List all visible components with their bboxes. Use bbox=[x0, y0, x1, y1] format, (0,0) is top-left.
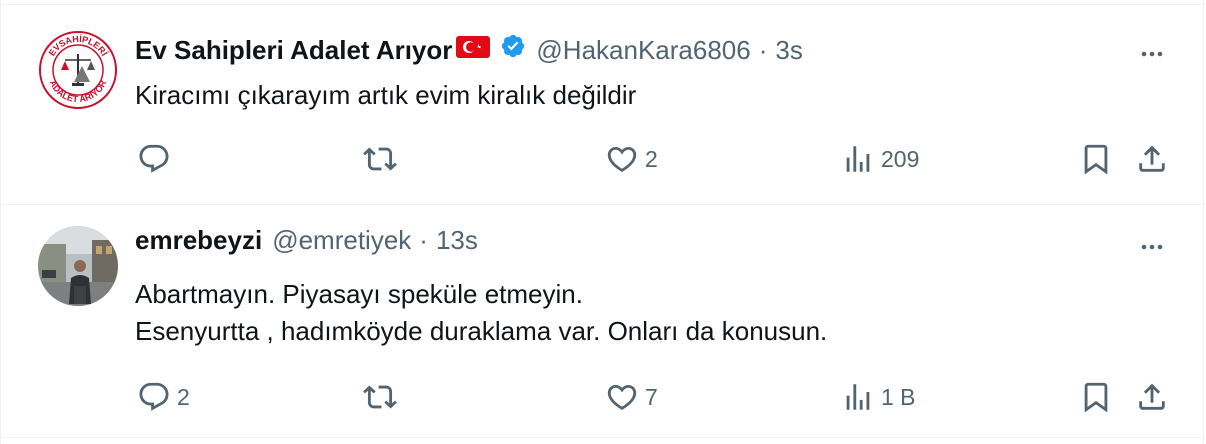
avatar[interactable]: EVSAHİPLERİ ADALET ARIYOR bbox=[38, 30, 118, 110]
like-button[interactable]: 7 bbox=[605, 377, 658, 417]
share-icon bbox=[1139, 145, 1165, 172]
author-name[interactable]: Ev Sahipleri Adalet Arıyor bbox=[135, 34, 452, 66]
retweet-icon bbox=[363, 385, 397, 409]
tweet-header: Ev Sahipleri Adalet Arıyor @HakanKara680… bbox=[135, 33, 803, 66]
like-count: 2 bbox=[645, 145, 658, 172]
reply-icon bbox=[139, 144, 169, 173]
feed-border-right bbox=[1203, 0, 1204, 444]
share-icon bbox=[1139, 383, 1165, 410]
more-options-button[interactable] bbox=[1135, 230, 1169, 264]
separator: · bbox=[419, 225, 428, 255]
views-button[interactable]: 209 bbox=[841, 139, 919, 179]
bookmark-icon bbox=[1084, 144, 1108, 175]
tweet-actions: 2 209 bbox=[135, 139, 1175, 179]
tweet-time[interactable]: 3s bbox=[775, 34, 802, 66]
share-button[interactable] bbox=[1135, 377, 1169, 417]
reply-button[interactable]: 2 bbox=[137, 377, 190, 417]
more-dots-icon bbox=[1141, 51, 1163, 57]
tweet[interactable]: EVSAHİPLERİ ADALET ARIYOR Ev Sahipleri A… bbox=[1, 4, 1203, 205]
retweet-icon bbox=[363, 147, 397, 171]
view-count: 209 bbox=[881, 145, 920, 172]
views-button[interactable]: 1 B bbox=[841, 377, 916, 417]
tweet-header: emrebeyzi @emretiyek · 13s bbox=[135, 224, 478, 256]
heart-icon bbox=[607, 384, 637, 410]
profile-photo bbox=[38, 226, 118, 306]
avatar-logo: EVSAHİPLERİ ADALET ARIYOR bbox=[38, 30, 118, 110]
views-chart-icon bbox=[846, 384, 870, 410]
more-options-button[interactable] bbox=[1135, 37, 1169, 71]
heart-icon bbox=[607, 146, 637, 172]
tweet-text-line: Esenyurtta , hadımköyde duraklama var. O… bbox=[135, 316, 828, 346]
author-handle[interactable]: @HakanKara6806 bbox=[536, 34, 750, 66]
share-button[interactable] bbox=[1135, 139, 1169, 179]
bookmark-icon bbox=[1084, 382, 1108, 413]
turkey-flag-icon bbox=[456, 34, 491, 66]
author-handle[interactable]: @emretiyek bbox=[272, 224, 411, 256]
more-dots-icon bbox=[1141, 244, 1163, 250]
verified-badge-icon[interactable] bbox=[500, 33, 526, 66]
bookmark-button[interactable] bbox=[1079, 377, 1113, 417]
tweet-text: Kiracımı çıkarayım artık evim kiralık de… bbox=[135, 77, 636, 114]
tweet-actions: 2 7 1 B bbox=[135, 377, 1175, 417]
like-count: 7 bbox=[645, 383, 658, 410]
view-count: 1 B bbox=[881, 383, 916, 410]
reply-icon bbox=[139, 382, 169, 411]
tweet-text-line: Abartmayın. Piyasayı spekülе etmeyin. bbox=[135, 279, 583, 309]
retweet-button[interactable] bbox=[363, 377, 403, 417]
timeline-feed: EVSAHİPLERİ ADALET ARIYOR Ev Sahipleri A… bbox=[0, 0, 1206, 444]
avatar[interactable] bbox=[38, 226, 118, 306]
like-button[interactable]: 2 bbox=[605, 139, 658, 179]
bookmark-button[interactable] bbox=[1079, 139, 1113, 179]
reply-button[interactable] bbox=[137, 139, 177, 179]
views-chart-icon bbox=[846, 146, 870, 172]
tweet-time[interactable]: 13s bbox=[436, 224, 478, 256]
tweet-text-line: Kiracımı çıkarayım artık evim kiralık de… bbox=[135, 80, 637, 110]
author-name[interactable]: emrebeyzi bbox=[135, 224, 262, 256]
retweet-button[interactable] bbox=[363, 139, 403, 179]
tweet[interactable]: emrebeyzi @emretiyek · 13s Abartmayın. P… bbox=[1, 205, 1203, 438]
reply-count: 2 bbox=[177, 383, 190, 410]
tweet-text: Abartmayın. Piyasayı spekülе etmeyin. Es… bbox=[135, 276, 827, 350]
separator: · bbox=[758, 34, 768, 65]
